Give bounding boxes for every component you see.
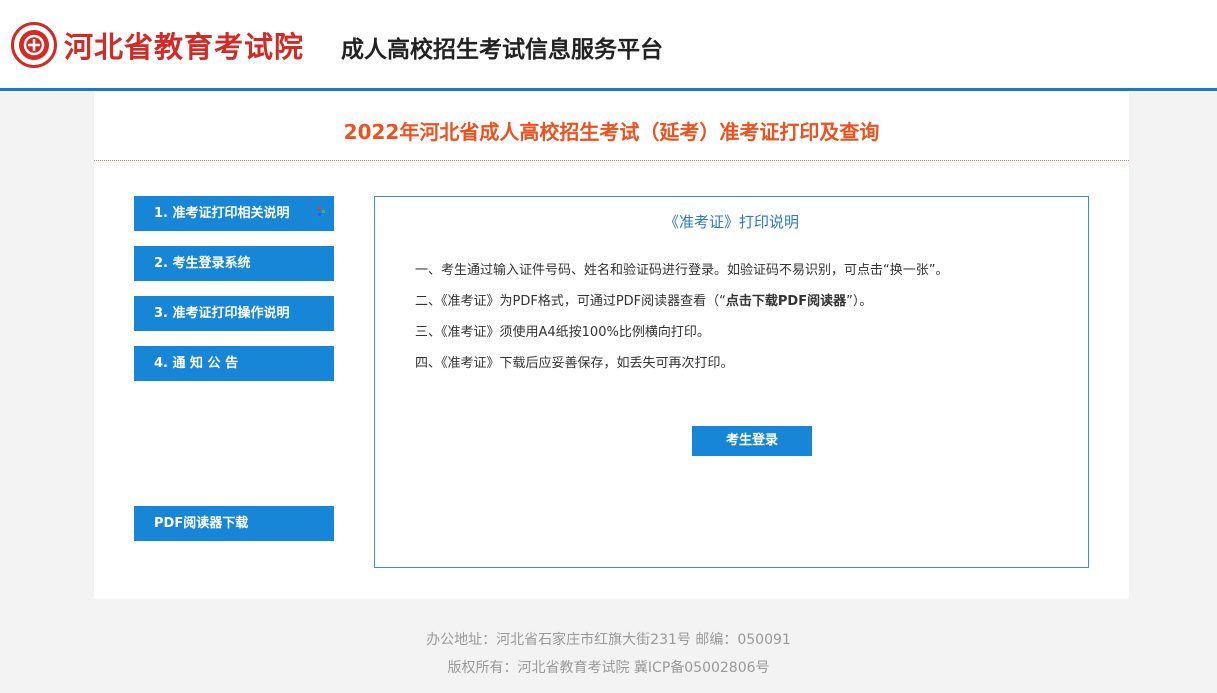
sidebar-item-print-notes[interactable]: 1. 准考证打印相关说明: [134, 196, 334, 231]
platform-name: 成人高校招生考试信息服务平台: [341, 37, 663, 63]
pdf-download-label: PDF阅读器下载: [154, 516, 249, 531]
logo-seal-icon: [11, 22, 57, 68]
sidebar-item-login-system[interactable]: 2. 考生登录系统: [134, 246, 334, 281]
instruction-item: 一、考生通过输入证件号码、姓名和验证码进行登录。如验证码不易识别，可点击“换一张…: [415, 263, 949, 278]
title-divider: [94, 160, 1129, 161]
candidate-login-button[interactable]: 考生登录: [692, 426, 812, 456]
sidebar-item-label: 1. 准考证打印相关说明: [154, 206, 290, 221]
pdf-reader-download-button[interactable]: PDF阅读器下载: [134, 506, 334, 541]
active-indicator-icon: [318, 207, 326, 217]
sidebar-item-label: 4. 通 知 公 告: [154, 356, 239, 371]
instructions-panel: 《准考证》打印说明 一、考生通过输入证件号码、姓名和验证码进行登录。如验证码不易…: [374, 196, 1089, 568]
instruction-item: 三、《准考证》须使用A4纸按100%比例横向打印。: [415, 325, 710, 340]
instruction-item: 二、《准考证》为PDF格式，可通过PDF阅读器查看（“点击下载PDF阅读器”）。: [415, 290, 872, 309]
sidebar-item-label: 2. 考生登录系统: [154, 256, 251, 271]
main-content: 2022年河北省成人高校招生考试（延考）准考证打印及查询 1. 准考证打印相关说…: [94, 91, 1129, 599]
page-title: 2022年河北省成人高校招生考试（延考）准考证打印及查询: [343, 120, 880, 144]
brand-name: 河北省教育考试院: [64, 30, 305, 64]
instruction-item: 四、《准考证》下载后应妥善保存，如丢失可再次打印。: [415, 356, 734, 371]
footer-copyright: 版权所有：河北省教育考试院 冀ICP备05002806号: [447, 660, 770, 676]
site-header: 河北省教育考试院 成人高校招生考试信息服务平台: [0, 0, 1217, 91]
panel-title: 《准考证》打印说明: [663, 213, 799, 231]
instruction-suffix: ”）。: [846, 294, 873, 309]
pdf-reader-link[interactable]: 点击下载PDF阅读器: [726, 294, 846, 309]
sidebar-item-print-operation[interactable]: 3. 准考证打印操作说明: [134, 296, 334, 331]
footer-address: 办公地址：河北省石家庄市红旗大街231号 邮编：050091: [426, 632, 791, 648]
sidebar-item-label: 3. 准考证打印操作说明: [154, 306, 290, 321]
instruction-prefix: 二、《准考证》为PDF格式，可通过PDF阅读器查看（“: [415, 294, 726, 309]
sidebar-item-notices[interactable]: 4. 通 知 公 告: [134, 346, 334, 381]
